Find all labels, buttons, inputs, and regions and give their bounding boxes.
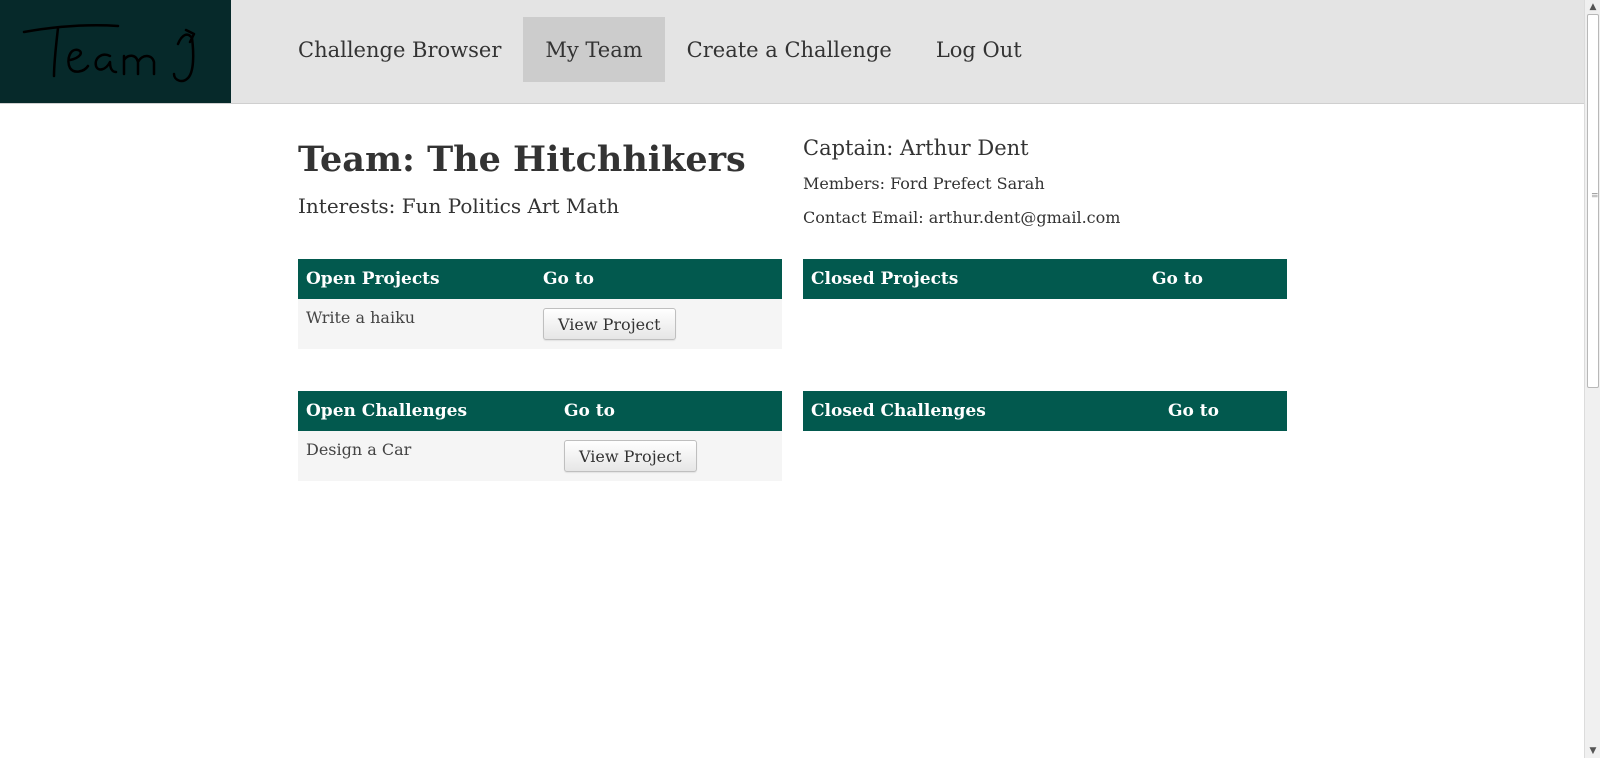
project-name: Write a haiku xyxy=(306,308,416,327)
top-navigation-bar: Challenge Browser My Team Create a Chall… xyxy=(0,0,1584,104)
view-project-button[interactable]: View Project xyxy=(564,440,697,472)
scroll-up-arrow-icon[interactable]: ▲ xyxy=(1585,0,1600,14)
nav-challenge-browser[interactable]: Challenge Browser xyxy=(276,17,523,82)
open-challenges-table: Open Challenges Go to Design a Car View … xyxy=(298,391,782,481)
table-row: Design a Car View Project xyxy=(298,431,782,481)
scroll-down-arrow-icon[interactable]: ▼ xyxy=(1585,744,1600,758)
closed-challenges-table: Closed Challenges Go to xyxy=(803,391,1287,431)
column-header-go-to: Go to xyxy=(1152,269,1203,289)
main-nav: Challenge Browser My Team Create a Chall… xyxy=(276,17,1044,82)
nav-log-out[interactable]: Log Out xyxy=(914,17,1044,82)
view-project-button[interactable]: View Project xyxy=(543,308,676,340)
page-title: Team: The Hitchhikers xyxy=(298,139,746,180)
column-header-go-to: Go to xyxy=(564,401,615,421)
table-row: Write a haiku View Project xyxy=(298,299,782,349)
table-header: Open Challenges Go to xyxy=(298,391,782,431)
column-header-go-to: Go to xyxy=(543,269,594,289)
table-header: Open Projects Go to xyxy=(298,259,782,299)
column-header-go-to: Go to xyxy=(1168,401,1219,421)
column-header-open-projects: Open Projects xyxy=(306,269,440,289)
team-logo-icon xyxy=(22,24,196,83)
scroll-thumb[interactable]: ≡ xyxy=(1587,14,1599,388)
site-logo[interactable] xyxy=(0,0,231,103)
column-header-open-challenges: Open Challenges xyxy=(306,401,468,421)
closed-projects-table: Closed Projects Go to xyxy=(803,259,1287,299)
nav-create-challenge[interactable]: Create a Challenge xyxy=(665,17,914,82)
team-captain: Captain: Arthur Dent xyxy=(803,136,1029,160)
vertical-scrollbar[interactable]: ▲ ≡ ▼ xyxy=(1584,0,1600,758)
column-header-closed-challenges: Closed Challenges xyxy=(811,401,986,421)
team-interests: Interests: Fun Politics Art Math xyxy=(298,194,620,218)
challenge-name: Design a Car xyxy=(306,440,412,459)
table-header: Closed Challenges Go to xyxy=(803,391,1287,431)
column-header-closed-projects: Closed Projects xyxy=(811,269,959,289)
scroll-grip-icon: ≡ xyxy=(1591,191,1599,201)
open-projects-table: Open Projects Go to Write a haiku View P… xyxy=(298,259,782,349)
team-contact-email: Contact Email: arthur.dent@gmail.com xyxy=(803,208,1121,227)
table-header: Closed Projects Go to xyxy=(803,259,1287,299)
nav-my-team[interactable]: My Team xyxy=(523,17,665,82)
team-members: Members: Ford Prefect Sarah xyxy=(803,174,1045,193)
